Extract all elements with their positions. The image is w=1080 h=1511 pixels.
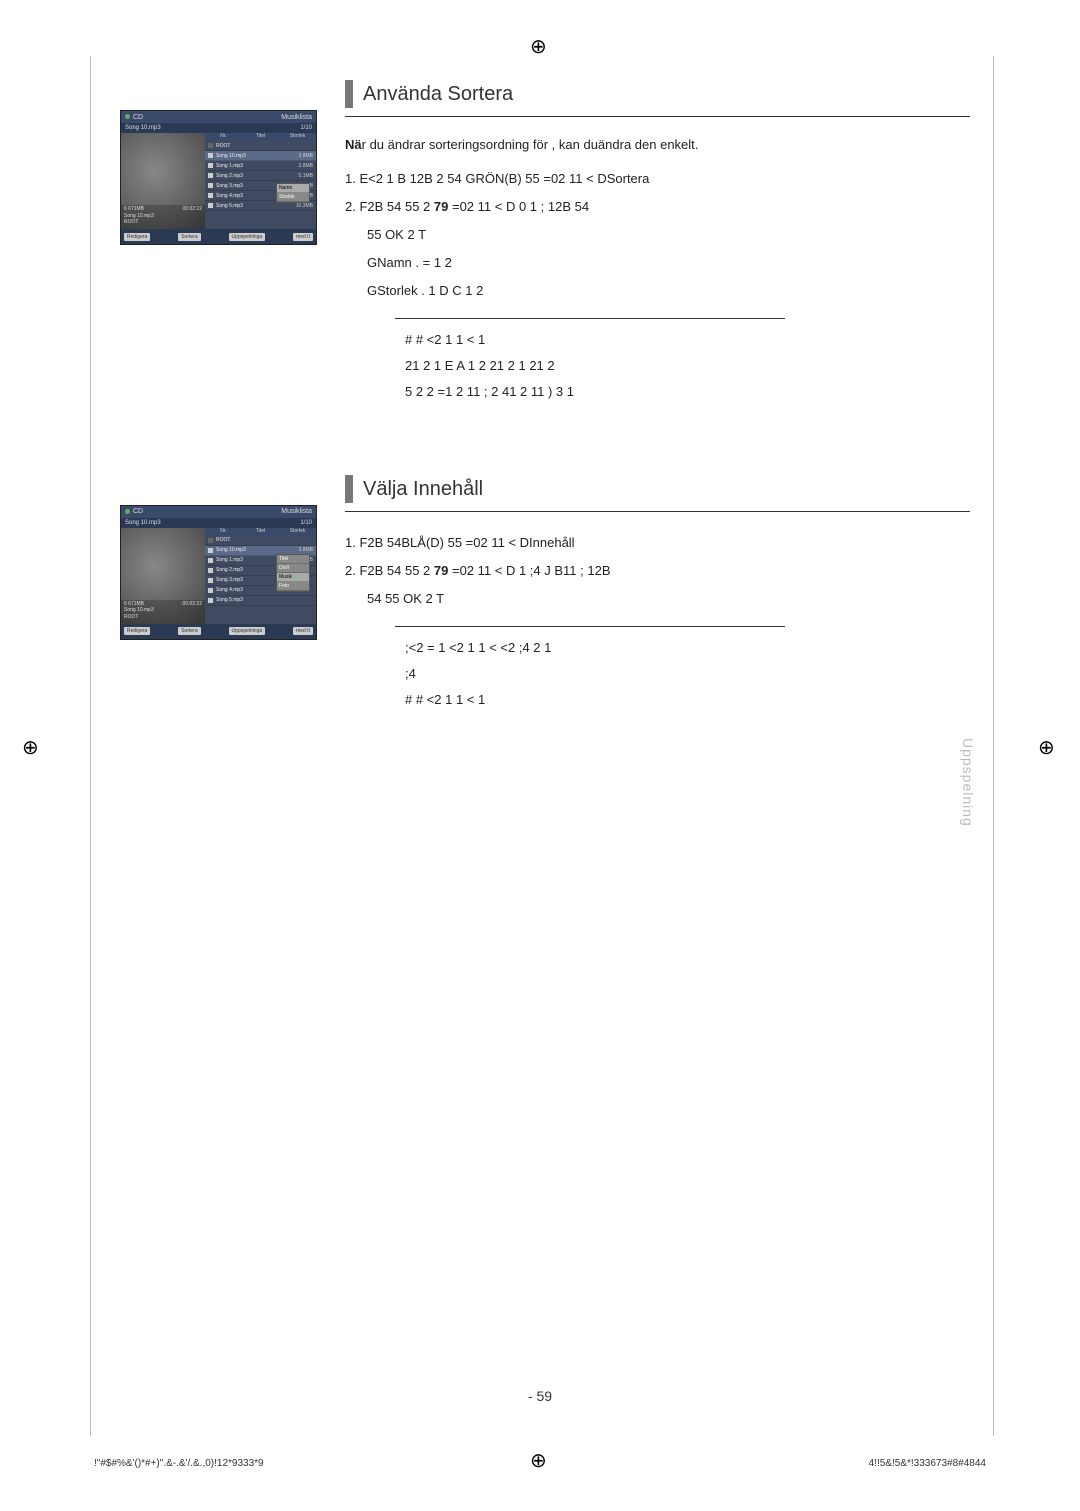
page-number: - 59 bbox=[528, 1388, 552, 1404]
crop-mark-top-icon: ⊕ bbox=[530, 34, 550, 54]
steps-sort: 1. E<2 1 B 12B 2 54 GRÖN(B) 55 =02 11 < … bbox=[345, 166, 970, 304]
thumbnail-sort: CD Musiklista Song 10.mp3 1/10 6 671MB00… bbox=[120, 110, 317, 245]
heading-sort: Använda Sortera bbox=[345, 80, 970, 108]
section-sort: CD Musiklista Song 10.mp3 1/10 6 671MB00… bbox=[120, 80, 970, 405]
thumbnail-content: CD Musiklista Song 10.mp3 1/10 6 671MB00… bbox=[120, 505, 317, 640]
heading-underline bbox=[345, 116, 970, 117]
heading-underline-2 bbox=[345, 511, 970, 512]
crop-mark-left-icon: ⊕ bbox=[22, 735, 42, 755]
footer-right-code: 4!!5&!5&*!333673#8#4844 bbox=[869, 1458, 986, 1469]
note-sort: # # <2 1 1 < 1 21 2 1 E A 1 2 21 2 1 21 … bbox=[405, 327, 795, 405]
note-divider-content bbox=[395, 626, 785, 627]
heading-content: Välja Innehåll bbox=[345, 475, 970, 503]
steps-content: 1. F2B 54BLÅ(D) 55 =02 11 < DInnehåll 2.… bbox=[345, 530, 970, 612]
note-content: ;<2 = 1 <2 1 1 < <2 ;4 2 1 ;4 # # <2 1 1… bbox=[405, 635, 795, 713]
section-content: CD Musiklista Song 10.mp3 1/10 6 671MB00… bbox=[120, 475, 970, 713]
intro-sort: När du ändrar sorteringsordning för , ka… bbox=[345, 135, 970, 156]
crop-mark-right-icon: ⊕ bbox=[1038, 735, 1058, 755]
note-divider-sort bbox=[395, 318, 785, 319]
footer-left-code: !"#$#%&'()*#+)".&-.&'/.&.,0)!12*9333*9 bbox=[94, 1458, 264, 1469]
crop-mark-bottom-icon: ⊕ bbox=[530, 1448, 550, 1468]
